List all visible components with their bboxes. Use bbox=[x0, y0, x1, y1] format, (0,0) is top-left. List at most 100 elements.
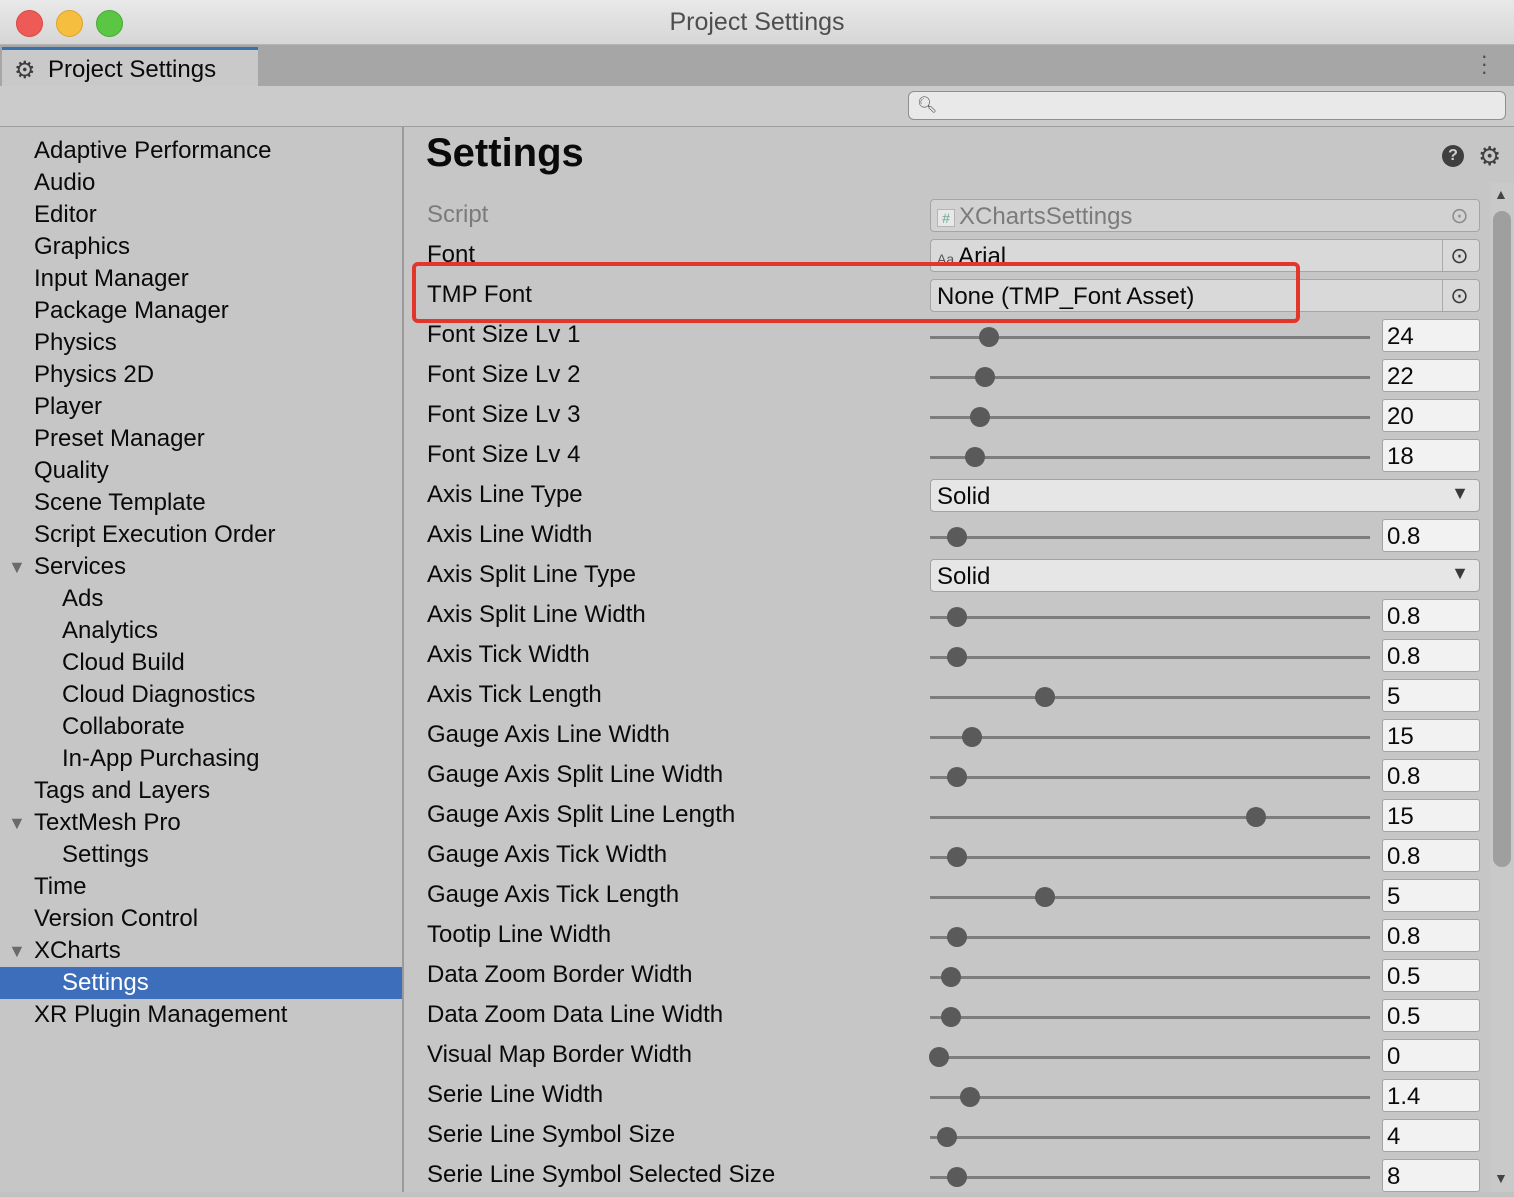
expand-arrow-icon[interactable]: ▼ bbox=[8, 807, 26, 839]
sidebar-item[interactable]: Adaptive Performance bbox=[0, 135, 402, 167]
slider-track[interactable] bbox=[930, 1056, 1370, 1059]
sidebar-item[interactable]: ▼ XCharts bbox=[0, 935, 402, 967]
slider-track[interactable] bbox=[930, 856, 1370, 859]
slider-thumb[interactable] bbox=[1034, 687, 1055, 707]
number-input[interactable]: 5 bbox=[1382, 879, 1480, 912]
slider-thumb[interactable] bbox=[937, 1127, 958, 1147]
slider-thumb[interactable] bbox=[961, 727, 982, 747]
object-picker-icon[interactable]: ⊙ bbox=[1442, 240, 1476, 271]
slider-track[interactable] bbox=[930, 1136, 1370, 1139]
number-input[interactable]: 0.8 bbox=[1382, 839, 1480, 872]
number-input[interactable]: 8 bbox=[1382, 1159, 1480, 1192]
slider-thumb[interactable] bbox=[946, 927, 967, 947]
number-input[interactable]: 20 bbox=[1382, 399, 1480, 432]
slider-track[interactable] bbox=[930, 616, 1370, 619]
vertical-scrollbar[interactable]: ▲ ▼ bbox=[1490, 183, 1514, 1192]
sidebar-item[interactable]: Graphics bbox=[0, 231, 402, 263]
number-input[interactable]: 24 bbox=[1382, 319, 1480, 352]
slider-thumb[interactable] bbox=[970, 407, 991, 427]
sidebar-item[interactable]: Physics bbox=[0, 327, 402, 359]
slider-track[interactable] bbox=[930, 536, 1370, 539]
sidebar-item[interactable]: Package Manager bbox=[0, 295, 402, 327]
sidebar-item[interactable]: Cloud Build bbox=[0, 647, 402, 679]
slider-thumb[interactable] bbox=[946, 847, 967, 867]
slider-track[interactable] bbox=[930, 896, 1370, 899]
object-field[interactable]: Aa Arial ⊙ bbox=[930, 239, 1480, 272]
sidebar-item[interactable]: Time bbox=[0, 871, 402, 903]
slider-track[interactable] bbox=[930, 416, 1370, 419]
sidebar-item[interactable]: Player bbox=[0, 391, 402, 423]
scroll-down-arrow-icon[interactable]: ▼ bbox=[1494, 1170, 1508, 1186]
slider-thumb[interactable] bbox=[964, 447, 985, 467]
number-input[interactable]: 0.8 bbox=[1382, 919, 1480, 952]
tab-project-settings[interactable]: ⚙ Project Settings bbox=[2, 47, 258, 86]
slider-track[interactable] bbox=[930, 1016, 1370, 1019]
expand-arrow-icon[interactable]: ▼ bbox=[8, 551, 26, 583]
slider-thumb[interactable] bbox=[978, 327, 999, 347]
number-input[interactable]: 4 bbox=[1382, 1119, 1480, 1152]
number-input[interactable]: 0.8 bbox=[1382, 519, 1480, 552]
sidebar-item[interactable]: Physics 2D bbox=[0, 359, 402, 391]
number-input[interactable]: 0.8 bbox=[1382, 759, 1480, 792]
dropdown-select[interactable]: Solid ▼ bbox=[930, 559, 1480, 592]
sidebar-item[interactable]: Cloud Diagnostics bbox=[0, 679, 402, 711]
number-input[interactable]: 15 bbox=[1382, 799, 1480, 832]
sidebar-item[interactable]: Quality bbox=[0, 455, 402, 487]
sidebar-item[interactable]: XR Plugin Management bbox=[0, 999, 402, 1031]
sidebar-item[interactable]: ▼ TextMesh Pro bbox=[0, 807, 402, 839]
slider-track[interactable] bbox=[930, 456, 1370, 459]
number-input[interactable]: 0.8 bbox=[1382, 599, 1480, 632]
sidebar-item[interactable]: Editor bbox=[0, 199, 402, 231]
sidebar-item[interactable]: Audio bbox=[0, 167, 402, 199]
sidebar-item[interactable]: Preset Manager bbox=[0, 423, 402, 455]
sidebar-item[interactable]: Ads bbox=[0, 583, 402, 615]
slider-track[interactable] bbox=[930, 1096, 1370, 1099]
sidebar-item[interactable]: Input Manager bbox=[0, 263, 402, 295]
number-input[interactable]: 18 bbox=[1382, 439, 1480, 472]
search-box[interactable]: 🔍︎ bbox=[908, 91, 1506, 120]
slider-thumb[interactable] bbox=[1034, 887, 1055, 907]
slider-track[interactable] bbox=[930, 656, 1370, 659]
slider-thumb[interactable] bbox=[946, 647, 967, 667]
slider-track[interactable] bbox=[930, 736, 1370, 739]
object-picker-icon[interactable]: ⊙ bbox=[1442, 280, 1476, 311]
slider-thumb[interactable] bbox=[1246, 807, 1267, 827]
scroll-up-arrow-icon[interactable]: ▲ bbox=[1494, 186, 1508, 202]
slider-track[interactable] bbox=[930, 696, 1370, 699]
number-input[interactable]: 0 bbox=[1382, 1039, 1480, 1072]
slider-thumb[interactable] bbox=[975, 367, 995, 387]
number-input[interactable]: 0.5 bbox=[1382, 999, 1480, 1032]
slider-thumb[interactable] bbox=[946, 1167, 967, 1187]
slider-thumb[interactable] bbox=[946, 607, 967, 627]
slider-track[interactable] bbox=[930, 936, 1370, 939]
slider-thumb[interactable] bbox=[960, 1087, 981, 1107]
number-input[interactable]: 22 bbox=[1382, 359, 1480, 392]
expand-arrow-icon[interactable]: ▼ bbox=[8, 935, 26, 967]
number-input[interactable]: 0.5 bbox=[1382, 959, 1480, 992]
number-input[interactable]: 15 bbox=[1382, 719, 1480, 752]
number-input[interactable]: 5 bbox=[1382, 679, 1480, 712]
slider-track[interactable] bbox=[930, 976, 1370, 979]
slider-thumb[interactable] bbox=[946, 527, 967, 547]
sidebar-item[interactable]: Script Execution Order bbox=[0, 519, 402, 551]
help-icon[interactable]: ? bbox=[1442, 145, 1464, 167]
slider-track[interactable] bbox=[930, 816, 1370, 819]
slider-thumb[interactable] bbox=[928, 1047, 949, 1067]
sidebar-item[interactable]: Scene Template bbox=[0, 487, 402, 519]
more-options-icon[interactable]: · · · bbox=[1481, 45, 1488, 83]
slider-thumb[interactable] bbox=[946, 767, 967, 787]
slider-track[interactable] bbox=[930, 376, 1370, 379]
sidebar-item[interactable]: Tags and Layers bbox=[0, 775, 402, 807]
sidebar-item[interactable]: Analytics bbox=[0, 615, 402, 647]
sidebar-item[interactable]: In-App Purchasing bbox=[0, 743, 402, 775]
dropdown-select[interactable]: Solid ▼ bbox=[930, 479, 1480, 512]
sidebar-item[interactable]: Version Control bbox=[0, 903, 402, 935]
scrollbar-thumb[interactable] bbox=[1493, 211, 1511, 867]
sidebar-item[interactable]: Settings bbox=[0, 967, 402, 999]
sidebar-item[interactable]: ▼ Services bbox=[0, 551, 402, 583]
slider-track[interactable] bbox=[930, 776, 1370, 779]
number-input[interactable]: 0.8 bbox=[1382, 639, 1480, 672]
slider-thumb[interactable] bbox=[941, 967, 962, 987]
object-field[interactable]: None (TMP_Font Asset) ⊙ bbox=[930, 279, 1480, 312]
settings-gear-icon[interactable]: ⚙ bbox=[1478, 141, 1501, 172]
